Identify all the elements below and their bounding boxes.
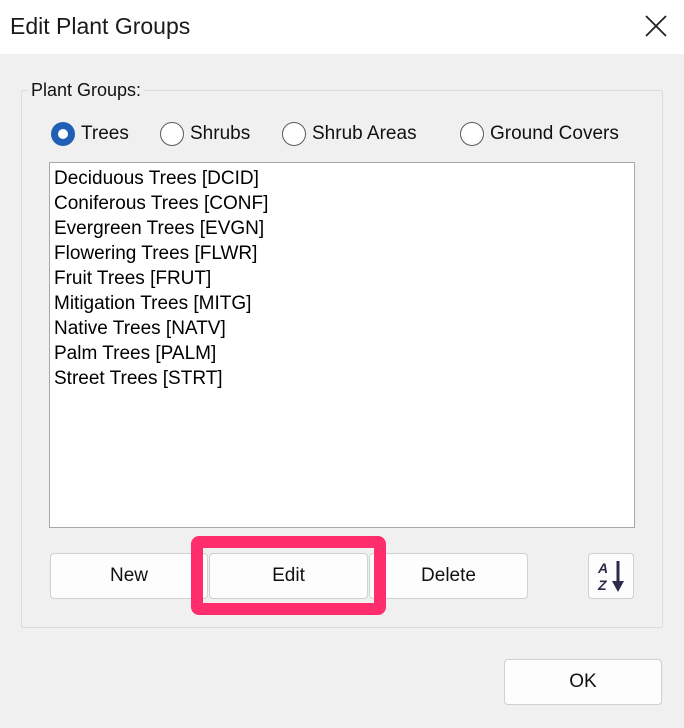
radio-label: Trees xyxy=(81,123,129,144)
title-bar: Edit Plant Groups xyxy=(0,0,684,54)
radio-trees[interactable]: Trees xyxy=(51,121,129,147)
list-item[interactable]: Fruit Trees [FRUT] xyxy=(54,266,630,291)
plant-groups-label: Plant Groups: xyxy=(28,80,145,101)
window-title: Edit Plant Groups xyxy=(10,13,191,39)
list-item[interactable]: Street Trees [STRT] xyxy=(54,366,630,391)
radio-shrubs[interactable]: Shrubs xyxy=(160,121,250,147)
list-item[interactable]: Palm Trees [PALM] xyxy=(54,341,630,366)
svg-text:Z: Z xyxy=(597,577,607,593)
plant-group-list[interactable]: Deciduous Trees [DCID] Coniferous Trees … xyxy=(49,162,635,528)
radio-label: Shrub Areas xyxy=(312,123,417,144)
list-item[interactable]: Coniferous Trees [CONF] xyxy=(54,191,630,216)
edit-button[interactable]: Edit xyxy=(209,553,368,599)
close-icon xyxy=(645,15,667,37)
sort-az-icon: A Z xyxy=(597,560,624,593)
radio-label: Shrubs xyxy=(190,123,251,144)
ok-button[interactable]: OK xyxy=(504,659,662,705)
delete-button[interactable]: Delete xyxy=(369,553,528,599)
radio-unchecked-icon xyxy=(282,122,306,146)
svg-text:A: A xyxy=(597,560,608,576)
radio-shrub-areas[interactable]: Shrub Areas xyxy=(282,121,417,147)
radio-ground-covers[interactable]: Ground Covers xyxy=(460,121,619,147)
new-button[interactable]: New xyxy=(50,553,208,599)
list-item[interactable]: Native Trees [NATV] xyxy=(54,316,630,341)
radio-label: Ground Covers xyxy=(490,123,619,144)
list-item[interactable]: Deciduous Trees [DCID] xyxy=(54,166,630,191)
radio-unchecked-icon xyxy=(160,122,184,146)
radio-checked-icon xyxy=(51,122,75,146)
list-item[interactable]: Mitigation Trees [MITG] xyxy=(54,291,630,316)
list-item[interactable]: Flowering Trees [FLWR] xyxy=(54,241,630,266)
close-button[interactable] xyxy=(636,6,676,46)
radio-unchecked-icon xyxy=(460,122,484,146)
sort-button[interactable]: A Z xyxy=(588,553,634,599)
list-item[interactable]: Evergreen Trees [EVGN] xyxy=(54,216,630,241)
